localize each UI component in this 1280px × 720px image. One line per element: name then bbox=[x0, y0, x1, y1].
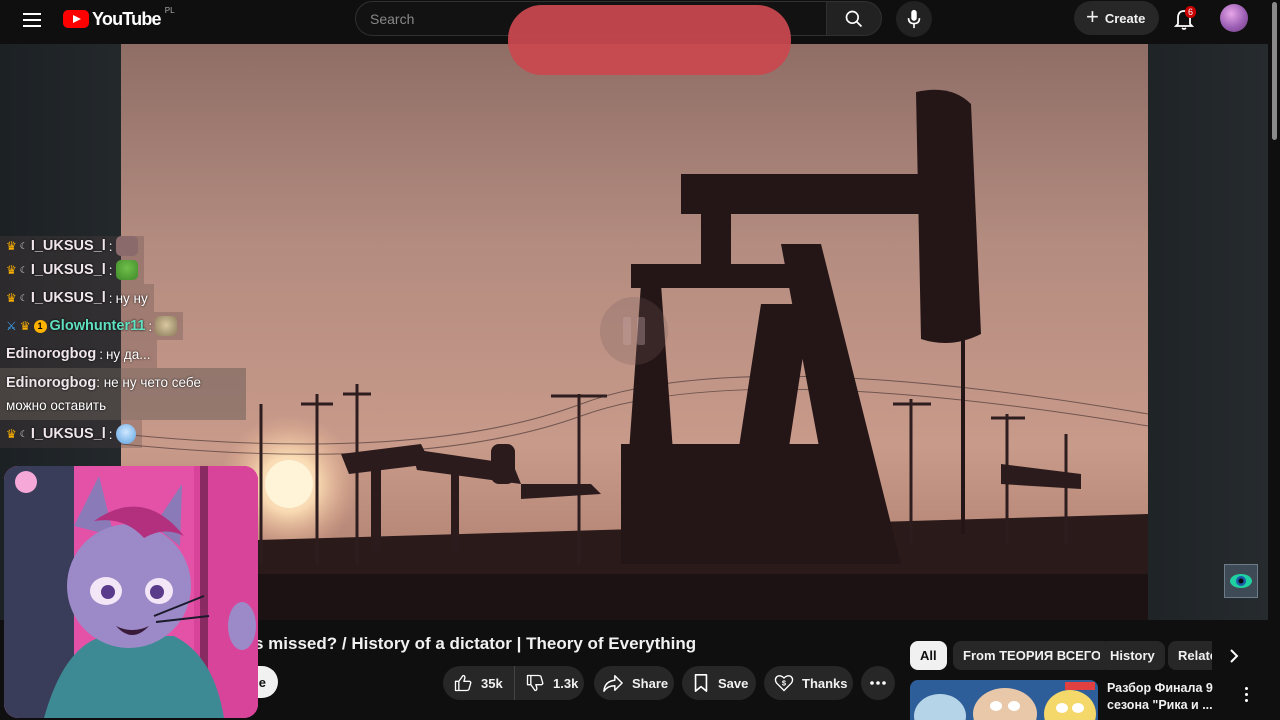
chip-all[interactable]: All bbox=[910, 641, 947, 670]
account-avatar[interactable] bbox=[1220, 4, 1248, 32]
like-count: 35k bbox=[481, 675, 503, 691]
moon-badge-icon: ☾ bbox=[19, 240, 28, 251]
chat-username: I_UKSUS_l bbox=[30, 426, 106, 442]
chat-username: I_UKSUS_l bbox=[30, 290, 106, 306]
recommended-video-title[interactable]: Разбор Финала 9 сезона "Рика и ... bbox=[1107, 680, 1225, 714]
chat-message: ♛ ☾ I_UKSUS_l: bbox=[0, 236, 144, 256]
crown-badge-icon: ♛ bbox=[6, 239, 17, 253]
eye-extension-icon[interactable] bbox=[1224, 564, 1258, 598]
cat-character-illustration bbox=[4, 466, 258, 718]
chat-username: Glowhunter11 bbox=[49, 318, 146, 334]
thumbs-down-icon bbox=[526, 674, 544, 692]
youtube-logo[interactable]: YouTube PL bbox=[63, 5, 175, 31]
microphone-icon bbox=[907, 9, 921, 29]
recommended-video-thumbnail[interactable] bbox=[910, 680, 1098, 720]
chat-message: Edinorogbog: ну да... bbox=[0, 340, 157, 368]
thumbs-up-icon bbox=[454, 674, 472, 692]
chat-text: ну да... bbox=[105, 346, 151, 362]
chat-username: I_UKSUS_l bbox=[30, 238, 106, 254]
youtube-watch-page: YouTube PL + Create 6 ♛ ☾ I_UKSUS_l: bbox=[0, 0, 1280, 720]
emote-face-icon bbox=[115, 236, 138, 256]
pause-overlay-icon bbox=[600, 297, 668, 365]
moon-badge-icon: ☾ bbox=[19, 264, 28, 275]
sword-badge-icon: ⚔ bbox=[6, 319, 17, 333]
notifications-button[interactable]: 6 bbox=[1167, 3, 1201, 37]
stream-chat-overlay: ♛ ☾ I_UKSUS_l: ♛ ☾ I_UKSUS_l: ♛ ☾ I_UKSU… bbox=[0, 236, 250, 448]
more-horizontal-icon bbox=[870, 681, 886, 685]
streamer-avatar-cam bbox=[4, 466, 258, 718]
create-button[interactable]: + Create bbox=[1074, 1, 1159, 35]
plus-icon: + bbox=[1086, 4, 1099, 29]
thanks-heart-dollar-icon: $ bbox=[774, 675, 794, 692]
like-button[interactable]: 35k bbox=[443, 666, 515, 700]
save-label: Save bbox=[718, 675, 749, 691]
share-button[interactable]: Share bbox=[594, 666, 674, 700]
moon-badge-icon: ☾ bbox=[19, 428, 28, 439]
cry-emote-icon bbox=[115, 424, 136, 444]
crown-badge-icon: ♛ bbox=[6, 427, 17, 441]
chat-message: ♛ ☾ I_UKSUS_l: ну ну bbox=[0, 284, 154, 312]
crown-badge-icon: ♛ bbox=[19, 319, 31, 333]
chip-from-channel[interactable]: From ТЕОРИЯ ВСЕГО bbox=[953, 641, 1112, 670]
chat-message: ♛ ☾ I_UKSUS_l: bbox=[0, 420, 142, 448]
share-label: Share bbox=[632, 675, 669, 691]
more-actions-button[interactable] bbox=[861, 666, 895, 700]
logo-region-code: PL bbox=[164, 5, 175, 15]
chip-history[interactable]: History bbox=[1100, 641, 1165, 670]
chip-related-clipped: Relate bbox=[1168, 641, 1212, 671]
video-player[interactable] bbox=[121, 44, 1148, 620]
chevron-right-icon[interactable] bbox=[1220, 641, 1248, 671]
crown-badge-icon: ♛ bbox=[6, 263, 17, 277]
dog-emote-icon bbox=[155, 316, 178, 336]
bookmark-icon bbox=[694, 674, 708, 692]
video-title: s missed? / History of a dictator | Theo… bbox=[254, 634, 697, 653]
chat-username: Edinorogbog bbox=[6, 375, 97, 391]
coin-badge-icon: 1 bbox=[33, 319, 47, 333]
logo-text: YouTube bbox=[92, 8, 162, 29]
thanks-button[interactable]: $ Thanks bbox=[764, 666, 853, 700]
notification-count-badge: 6 bbox=[1185, 6, 1197, 18]
chat-username: Edinorogbog bbox=[6, 346, 97, 362]
youtube-play-logo-icon bbox=[63, 10, 89, 28]
save-button[interactable]: Save bbox=[682, 666, 756, 700]
cartoon-thumbnail-image bbox=[910, 680, 1098, 720]
dislike-count: 1.3k bbox=[553, 675, 579, 691]
share-arrow-icon bbox=[603, 675, 623, 692]
chat-message: ⚔ ♛ 1 Glowhunter11: bbox=[0, 312, 184, 340]
chat-text: ну ну bbox=[115, 290, 148, 306]
chat-message: Edinorogbog: не ну чето себе можно остав… bbox=[0, 368, 246, 420]
voice-search-button[interactable] bbox=[896, 1, 932, 37]
page-scrollbar-thumb[interactable] bbox=[1272, 2, 1277, 140]
more-vertical-icon[interactable] bbox=[1238, 684, 1254, 704]
search-icon bbox=[845, 10, 863, 27]
chat-message: ♛ ☾ I_UKSUS_l: bbox=[0, 256, 144, 284]
chip-related[interactable]: Relate bbox=[1168, 641, 1212, 670]
redaction-blob bbox=[508, 5, 791, 75]
create-label: Create bbox=[1104, 10, 1146, 26]
svg-text:$: $ bbox=[782, 679, 787, 688]
dislike-button[interactable]: 1.3k bbox=[515, 666, 578, 700]
crown-badge-icon: ♛ bbox=[6, 291, 17, 305]
thanks-label: Thanks bbox=[802, 675, 848, 691]
pepe-emote-icon bbox=[115, 260, 138, 280]
chat-username: I_UKSUS_l bbox=[30, 262, 106, 278]
like-dislike-group: 35k 1.3k bbox=[443, 666, 584, 700]
search-button[interactable] bbox=[826, 1, 882, 36]
hamburger-menu-icon[interactable] bbox=[18, 6, 46, 34]
moon-badge-icon: ☾ bbox=[19, 292, 28, 303]
